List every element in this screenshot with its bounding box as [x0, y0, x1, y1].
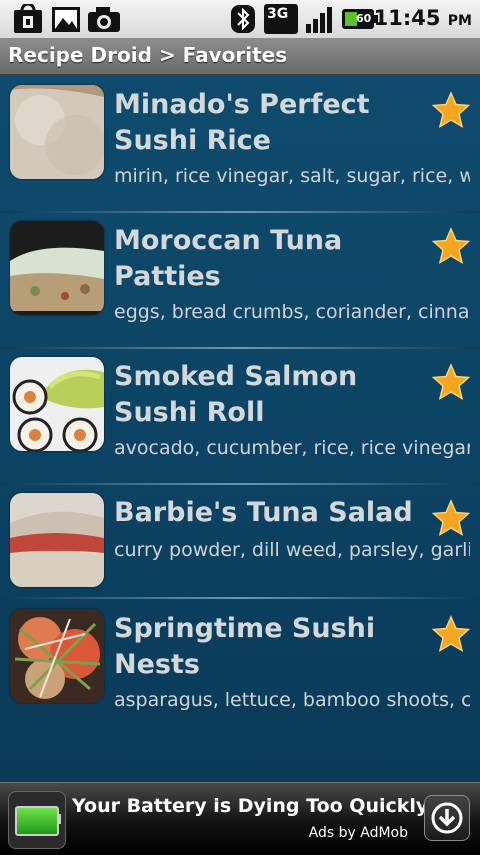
- list-item[interactable]: Moroccan Tuna Patties eggs, bread crumbs…: [0, 213, 480, 347]
- clock-time: 11:45: [373, 6, 441, 30]
- star-icon[interactable]: [432, 499, 470, 537]
- recipe-thumbnail: [10, 221, 104, 315]
- camera-icon: [88, 7, 120, 32]
- recipe-title-line: Springtime Sushi: [114, 613, 376, 644]
- star-icon[interactable]: [432, 615, 470, 653]
- title-bar: Recipe Droid > Favorites: [0, 38, 480, 75]
- star-icon[interactable]: [432, 227, 470, 265]
- list-item[interactable]: Smoked Salmon Sushi Roll avocado, cucumb…: [0, 349, 480, 483]
- recipe-title-line: Moroccan Tuna: [114, 225, 343, 256]
- recipe-thumbnail: [10, 609, 104, 703]
- recipe-title: Springtime Sushi Nests: [114, 611, 424, 683]
- page-title: Recipe Droid > Favorites: [8, 43, 288, 67]
- favorites-list: Minado's Perfect Sushi Rice mirin, rice …: [0, 75, 480, 782]
- recipe-thumbnail: [10, 357, 104, 451]
- download-button[interactable]: [424, 795, 470, 841]
- bag-icon: [14, 4, 42, 33]
- list-item[interactable]: Springtime Sushi Nests asparagus, lettuc…: [0, 599, 480, 733]
- ad-headline[interactable]: Your Battery is Dying Too Quickly!: [72, 795, 437, 817]
- star-icon[interactable]: [432, 363, 470, 401]
- recipe-thumbnail: [10, 493, 104, 587]
- recipe-title-line: Patties: [114, 261, 221, 292]
- clock: 11:45 PM: [374, 6, 472, 30]
- recipe-title-line: Nests: [114, 649, 200, 680]
- recipe-title: Smoked Salmon Sushi Roll: [114, 359, 424, 431]
- network-label: 3G: [267, 6, 289, 22]
- recipe-ingredients: curry powder, dill weed, parsley, garlic: [114, 539, 470, 561]
- recipe-title-line: Sushi Roll: [114, 397, 265, 428]
- recipe-title-line: Minado's Perfect: [114, 89, 370, 120]
- recipe-title-line: Smoked Salmon: [114, 361, 358, 392]
- recipe-title: Moroccan Tuna Patties: [114, 223, 424, 295]
- recipe-title: Barbie's Tuna Salad: [114, 495, 434, 531]
- recipe-ingredients: asparagus, lettuce, bamboo shoots, carro…: [114, 689, 470, 711]
- ad-banner[interactable]: Your Battery is Dying Too Quickly! Ads b…: [0, 782, 480, 855]
- 3g-icon: 3G: [264, 4, 298, 34]
- recipe-ingredients: mirin, rice vinegar, salt, sugar, rice, …: [114, 165, 470, 187]
- list-item[interactable]: Minado's Perfect Sushi Rice mirin, rice …: [0, 75, 480, 211]
- battery-icon: 60: [342, 4, 378, 34]
- status-bar: 3G 60 11:45 PM: [0, 0, 480, 39]
- list-item[interactable]: Barbie's Tuna Salad curry powder, dill w…: [0, 485, 480, 597]
- recipe-title-line: Barbie's Tuna Salad: [114, 497, 413, 528]
- star-icon[interactable]: [432, 91, 470, 129]
- recipe-title: Minado's Perfect Sushi Rice: [114, 87, 424, 159]
- battery-level: 60: [356, 12, 372, 25]
- ad-attribution: Ads by AdMob: [308, 825, 408, 841]
- recipe-ingredients: avocado, cucumber, rice, rice vinegar, s…: [114, 437, 470, 459]
- download-icon: [431, 802, 463, 834]
- clock-ampm: PM: [447, 13, 472, 29]
- recipe-ingredients: eggs, bread crumbs, coriander, cinnamon: [114, 301, 470, 323]
- bluetooth-icon: [231, 5, 255, 33]
- signal-icon: [306, 7, 332, 33]
- image-icon: [52, 7, 80, 32]
- recipe-thumbnail: [10, 85, 104, 179]
- battery-ad-icon: [8, 791, 66, 849]
- recipe-title-line: Sushi Rice: [114, 125, 271, 156]
